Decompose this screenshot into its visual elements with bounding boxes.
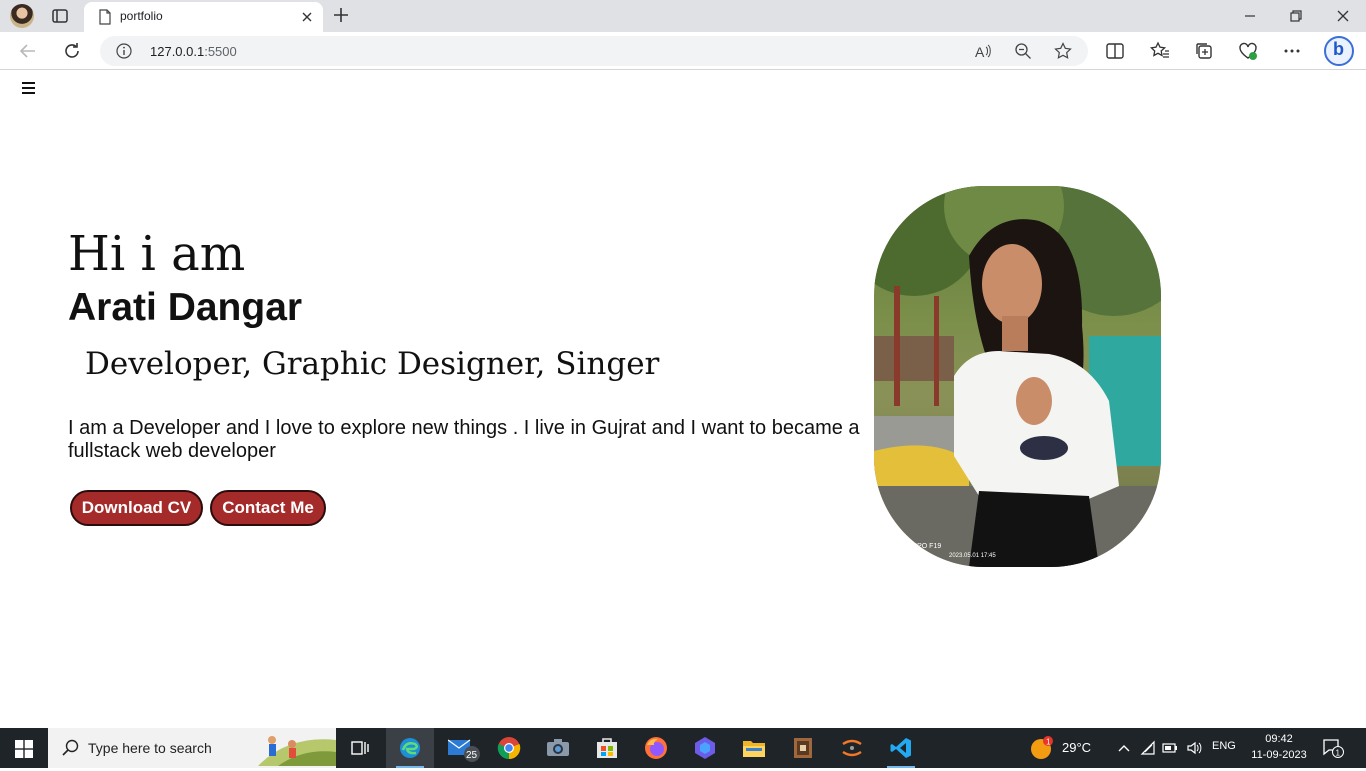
vscode-taskbar-icon[interactable]	[877, 728, 925, 768]
collections-icon[interactable]	[1194, 41, 1214, 61]
download-cv-button[interactable]: Download CV	[70, 490, 203, 526]
notification-center-icon[interactable]: 1	[1322, 738, 1344, 758]
bing-chat-icon[interactable]: b	[1324, 36, 1354, 66]
mail-taskbar-icon[interactable]: 25	[436, 728, 484, 768]
profile-avatar[interactable]	[10, 4, 34, 28]
search-highlight-art	[258, 730, 336, 766]
file-explorer-taskbar-icon[interactable]	[730, 728, 778, 768]
taskbar-search-box[interactable]: Type here to search	[48, 728, 336, 768]
profile-photo: OPPO F19 2023.05.01 17:45	[874, 186, 1161, 567]
url-host: 127.0.0.1	[150, 44, 205, 59]
svg-text:A: A	[975, 44, 985, 60]
notification-count: 1	[1336, 749, 1341, 758]
favorite-star-icon[interactable]	[1054, 42, 1072, 60]
refresh-icon[interactable]	[61, 40, 83, 62]
zoom-out-icon[interactable]	[1014, 42, 1032, 60]
camera-taskbar-icon[interactable]	[534, 728, 582, 768]
tray-chevron-up-icon[interactable]	[1116, 740, 1132, 756]
minimize-icon[interactable]	[1240, 6, 1260, 26]
mail-badge: 25	[466, 750, 478, 761]
copilot-taskbar-icon[interactable]	[681, 728, 729, 768]
more-menu-icon[interactable]	[1282, 41, 1302, 61]
url-text: 127.0.0.1:5500	[150, 44, 237, 59]
app-book-taskbar-icon[interactable]	[779, 728, 827, 768]
split-screen-icon[interactable]	[1105, 41, 1125, 61]
weather-badge: 1	[1046, 738, 1051, 747]
active-tab[interactable]: portfolio	[84, 2, 323, 32]
search-icon	[62, 739, 80, 757]
task-view-icon[interactable]	[336, 728, 384, 768]
language-indicator[interactable]: ENG	[1212, 740, 1236, 752]
restore-icon[interactable]	[1286, 6, 1306, 26]
hero-greeting: Hi i am	[68, 226, 246, 282]
url-port: :5500	[204, 44, 237, 59]
jupyter-taskbar-icon[interactable]	[828, 728, 876, 768]
clock-time: 09:42	[1265, 733, 1293, 745]
photo-watermark: OPPO F19	[907, 543, 941, 550]
windows-start-icon[interactable]	[15, 740, 33, 758]
tab-actions-icon[interactable]	[50, 6, 70, 26]
read-aloud-icon[interactable]: A	[974, 42, 992, 60]
edge-taskbar-icon[interactable]	[386, 728, 434, 768]
network-icon[interactable]	[1140, 740, 1156, 756]
site-info-icon[interactable]	[116, 43, 132, 59]
hero-bio: I am a Developer and I love to explore n…	[68, 417, 860, 462]
browser-tab-bar: portfolio	[0, 0, 1366, 32]
search-placeholder: Type here to search	[88, 740, 212, 756]
menu-hamburger-icon[interactable]	[22, 82, 35, 94]
photo-timestamp: 2023.05.01 17:45	[949, 553, 996, 559]
clock[interactable]: 09:42 11-09-2023	[1244, 731, 1314, 763]
chrome-taskbar-icon[interactable]	[485, 728, 533, 768]
new-tab-icon[interactable]	[331, 5, 351, 25]
close-tab-icon[interactable]	[299, 9, 315, 25]
browser-essentials-icon[interactable]	[1238, 41, 1258, 61]
favorites-icon[interactable]	[1149, 41, 1170, 61]
contact-me-button[interactable]: Contact Me	[210, 490, 326, 526]
hero-roles: Developer, Graphic Designer, Singer	[85, 346, 660, 382]
address-toolbar: 127.0.0.1:5500 A	[0, 32, 1366, 70]
temperature-text[interactable]: 29°C	[1062, 740, 1091, 755]
close-window-icon[interactable]	[1333, 6, 1353, 26]
hero-name: Arati Dangar	[68, 286, 303, 329]
battery-icon[interactable]	[1162, 740, 1178, 756]
tab-title: portfolio	[120, 9, 163, 23]
clock-date: 11-09-2023	[1251, 749, 1307, 761]
back-icon[interactable]	[17, 40, 39, 62]
url-bar[interactable]: 127.0.0.1:5500 A	[100, 36, 1088, 66]
firefox-taskbar-icon[interactable]	[632, 728, 680, 768]
volume-icon[interactable]	[1186, 740, 1202, 756]
page-icon	[97, 9, 113, 25]
store-taskbar-icon[interactable]	[583, 728, 631, 768]
weather-icon[interactable]: 1	[1030, 736, 1054, 760]
windows-taskbar: Type here to search 25 1 29°C ENG 09:42 …	[0, 728, 1366, 768]
